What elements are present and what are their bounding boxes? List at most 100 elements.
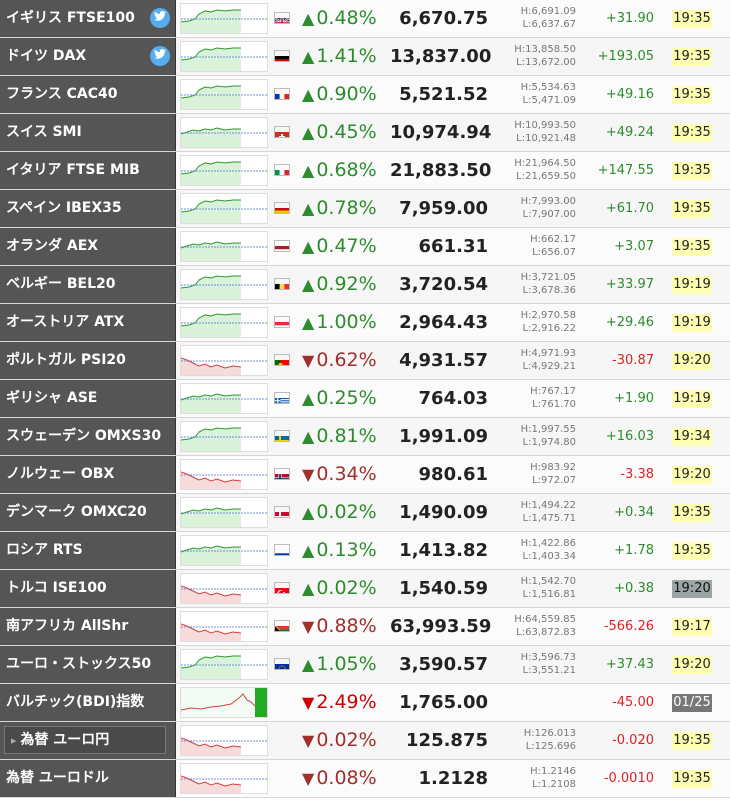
percent-value: 0.08%	[316, 767, 377, 789]
mini-chart[interactable]	[180, 649, 268, 680]
current-value: 764.03	[418, 388, 488, 409]
mini-chart[interactable]	[180, 459, 268, 490]
market-row[interactable]: オランダ AEX ▲ 0.47% 661.31 H:662.17 L:656.07 +3.0…	[0, 228, 730, 266]
market-name[interactable]: 為替 ユーロドル	[0, 760, 176, 797]
market-name[interactable]: ギリシャ ASE	[0, 380, 176, 417]
mini-chart[interactable]	[180, 155, 268, 186]
mini-chart[interactable]	[180, 117, 268, 148]
market-name-label: バルチック(BDI)指数	[6, 694, 145, 710]
twitter-bird-icon[interactable]	[150, 8, 170, 28]
market-name-label: ユーロ・ストックス50	[6, 656, 152, 672]
percent-change: ▲ 0.81%	[302, 418, 388, 455]
update-time: 01/25	[672, 694, 712, 712]
high-value: H:13,858.50	[514, 44, 576, 55]
mini-chart[interactable]	[180, 41, 268, 72]
market-row[interactable]: ノルウェー OBX ▼ 0.34% 980.61 H:983.92 L:972.07 -3.…	[0, 456, 730, 494]
market-name[interactable]: バルチック(BDI)指数	[0, 684, 176, 721]
market-row[interactable]: 南アフリカ AllShr ▼ 0.88% 63,993.59 H:64,559.85 L:…	[0, 608, 730, 646]
flag-eu-icon	[274, 658, 290, 670]
flag-ch-icon	[274, 126, 290, 138]
high-value: H:1,997.55	[520, 424, 576, 435]
market-name[interactable]: ロシア RTS	[0, 532, 176, 569]
update-time: 19:20	[672, 466, 712, 484]
high-low: H:126.013 L:125.696	[500, 727, 576, 755]
update-time: 19:35	[672, 200, 712, 218]
market-name[interactable]: スイス SMI	[0, 114, 176, 151]
market-row[interactable]: ベルギー BEL20 ▲ 0.92% 3,720.54 H:3,721.05 L:3,67…	[0, 266, 730, 304]
sparkline	[181, 127, 267, 147]
market-row[interactable]: トルコ ISE100 ▲ 0.02% 1,540.59 H:1,542.70 L:1,51…	[0, 570, 730, 608]
mini-chart[interactable]	[180, 421, 268, 452]
percent-value: 0.81%	[316, 425, 377, 447]
market-name[interactable]: 南アフリカ AllShr	[0, 608, 176, 645]
market-name[interactable]: フランス CAC40	[0, 76, 176, 113]
market-name[interactable]: ノルウェー OBX	[0, 456, 176, 493]
market-name[interactable]: ベルギー BEL20	[0, 266, 176, 303]
current-value: 2,964.43	[399, 312, 488, 333]
percent-change: ▲ 0.90%	[302, 76, 388, 113]
market-row[interactable]: ユーロ・ストックス50 ▲ 1.05% 3,590.57 H:3,596.73 L:3,5…	[0, 646, 730, 684]
market-name[interactable]: ポルトガル PSI20	[0, 342, 176, 379]
market-row[interactable]: フランス CAC40 ▲ 0.90% 5,521.52 H:5,534.63 L:5,47…	[0, 76, 730, 114]
market-row[interactable]: スイス SMI ▲ 0.45% 10,974.94 H:10,993.50 L:10,92…	[0, 114, 730, 152]
mini-chart[interactable]	[180, 193, 268, 224]
market-name-label: ベルギー BEL20	[6, 276, 116, 292]
mini-chart[interactable]	[180, 231, 268, 262]
market-row[interactable]: イタリア FTSE MIB ▲ 0.68% 21,883.50 H:21,964.50 L…	[0, 152, 730, 190]
low-value: L:4,929.21	[522, 361, 576, 372]
market-name[interactable]: イタリア FTSE MIB	[0, 152, 176, 189]
market-name[interactable]: ▸ 為替 ユーロ円	[0, 722, 176, 759]
mini-chart[interactable]	[180, 573, 268, 604]
market-name[interactable]: ユーロ・ストックス50	[0, 646, 176, 683]
percent-change: ▲ 0.02%	[302, 494, 388, 531]
market-row[interactable]: イギリス FTSE100 ▲ 0.48% 6,670.75 H:6,691.09 L:6,…	[0, 0, 730, 38]
current-value: 3,590.57	[399, 654, 488, 675]
market-name[interactable]: スペイン IBEX35	[0, 190, 176, 227]
twitter-bird-icon[interactable]	[150, 46, 170, 66]
sparkline	[181, 357, 267, 375]
market-name[interactable]: オランダ AEX	[0, 228, 176, 265]
mini-chart[interactable]	[180, 307, 268, 338]
market-row[interactable]: ロシア RTS ▲ 0.13% 1,413.82 H:1,422.86 L:1,403.3…	[0, 532, 730, 570]
percent-value: 2.49%	[316, 691, 377, 713]
market-row[interactable]: ▸ 為替 ユーロ円 ▼ 0.02% 125.875 H:126.013 L:125.696…	[0, 722, 730, 760]
mini-chart[interactable]	[180, 3, 268, 34]
mini-chart[interactable]	[180, 269, 268, 300]
mini-chart[interactable]	[180, 763, 268, 794]
percent-value: 0.25%	[316, 387, 377, 409]
update-time: 19:19	[672, 314, 712, 332]
market-name[interactable]: トルコ ISE100	[0, 570, 176, 607]
market-row[interactable]: スペイン IBEX35 ▲ 0.78% 7,959.00 H:7,993.00 L:7,9…	[0, 190, 730, 228]
mini-chart[interactable]	[180, 687, 268, 718]
market-row[interactable]: 為替 ユーロドル ▼ 0.08% 1.2128 H:1.2146 L:1.2108 -0.0…	[0, 760, 730, 798]
market-name[interactable]: オーストリア ATX	[0, 304, 176, 341]
update-time: 19:19	[672, 390, 712, 408]
mini-chart[interactable]	[180, 611, 268, 642]
mini-chart[interactable]	[180, 725, 268, 756]
market-row[interactable]: ギリシャ ASE ▲ 0.25% 764.03 H:767.17 L:761.70 +1.9…	[0, 380, 730, 418]
mini-chart[interactable]	[180, 345, 268, 376]
percent-change: ▲ 0.68%	[302, 152, 388, 189]
expand-arrow-icon[interactable]: ▸	[11, 734, 20, 747]
market-row[interactable]: ドイツ DAX ▲ 1.41% 13,837.00 H:13,858.50 L:13,67…	[0, 38, 730, 76]
update-time: 19:20	[672, 352, 712, 370]
high-low: H:7,993.00 L:7,907.00	[500, 195, 576, 223]
market-row[interactable]: ポルトガル PSI20 ▼ 0.62% 4,931.57 H:4,971.93 L:4,9…	[0, 342, 730, 380]
mini-chart[interactable]	[180, 535, 268, 566]
market-name[interactable]: イギリス FTSE100	[0, 0, 176, 37]
market-row[interactable]: バルチック(BDI)指数 ▼ 2.49% 1,765.00 -45.00 01/25	[0, 684, 730, 722]
absolute-change: +33.97	[605, 277, 654, 292]
market-name[interactable]: デンマーク OMXC20	[0, 494, 176, 531]
market-row[interactable]: デンマーク OMXC20 ▲ 0.02% 1,490.09 H:1,494.22 L:1,…	[0, 494, 730, 532]
high-value: H:983.92	[530, 462, 576, 473]
low-value: L:7,907.00	[522, 209, 576, 220]
high-low: H:21,964.50 L:21,659.50	[500, 157, 576, 185]
mini-chart[interactable]	[180, 79, 268, 110]
market-row[interactable]: オーストリア ATX ▲ 1.00% 2,964.43 H:2,970.58 L:2,91…	[0, 304, 730, 342]
high-low: H:1,422.86 L:1,403.34	[500, 537, 576, 565]
mini-chart[interactable]	[180, 383, 268, 414]
market-row[interactable]: スウェーデン OMXS30 ▲ 0.81% 1,991.09 H:1,997.55 L:1…	[0, 418, 730, 456]
market-name[interactable]: スウェーデン OMXS30	[0, 418, 176, 455]
market-name[interactable]: ドイツ DAX	[0, 38, 176, 75]
mini-chart[interactable]	[180, 497, 268, 528]
